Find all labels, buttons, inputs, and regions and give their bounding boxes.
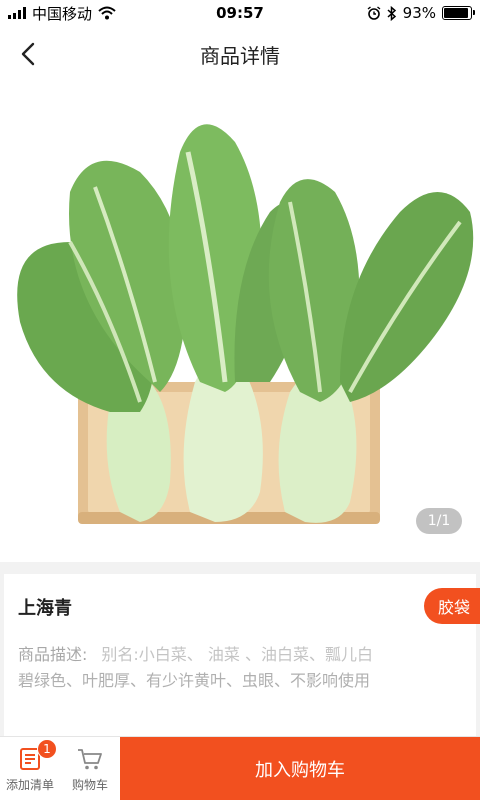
nav-bar: 商品详情: [0, 26, 480, 82]
status-bar: 中国移动 09:57 93%: [0, 0, 480, 26]
cart-icon: [78, 748, 102, 769]
cart-count-badge: 1: [37, 739, 57, 759]
cart-label: 购物车: [71, 777, 108, 792]
status-right: 93%: [367, 4, 475, 22]
package-badge[interactable]: 胶袋: [423, 588, 480, 624]
chevron-left-icon: [21, 42, 35, 66]
description-detail: 碧绿色、叶肥厚、有少许黄叶、虫眼、不影响使用: [18, 671, 371, 690]
battery-percent: 93%: [402, 4, 436, 22]
add-to-cart-button[interactable]: 加入购物车: [120, 737, 480, 800]
carrier-name: 中国移动: [32, 4, 93, 23]
product-image: [17, 124, 474, 524]
description-alias: 别名:小白菜、 油菜 、油白菜、瓢儿白: [101, 645, 373, 664]
image-pager: 1/1: [416, 508, 462, 534]
product-info-card: 上海青 胶袋 商品描述: 别名:小白菜、 油菜 、油白菜、瓢儿白 碧绿色、叶肥厚、…: [4, 574, 480, 736]
bluetooth-icon: [387, 5, 396, 21]
product-description: 商品描述: 别名:小白菜、 油菜 、油白菜、瓢儿白 碧绿色、叶肥厚、有少许黄叶、虫…: [18, 642, 408, 694]
product-image-gallery[interactable]: 1/1: [0, 82, 480, 562]
status-left: 中国移动: [8, 3, 116, 24]
bottom-action-bar: 添加清单 购物车 1 加入购物车: [0, 736, 480, 800]
battery-icon: [442, 6, 475, 20]
signal-icon: [8, 7, 26, 19]
battery-level: [444, 8, 469, 18]
cart-button[interactable]: 购物车: [60, 737, 120, 800]
wifi-icon: [98, 6, 116, 20]
add-to-list-label: 添加清单: [5, 777, 54, 792]
back-button[interactable]: [14, 40, 42, 68]
alarm-icon: [367, 6, 381, 20]
page-title: 商品详情: [200, 43, 280, 68]
description-label: 商品描述:: [18, 645, 88, 664]
product-name: 上海青: [18, 598, 72, 619]
